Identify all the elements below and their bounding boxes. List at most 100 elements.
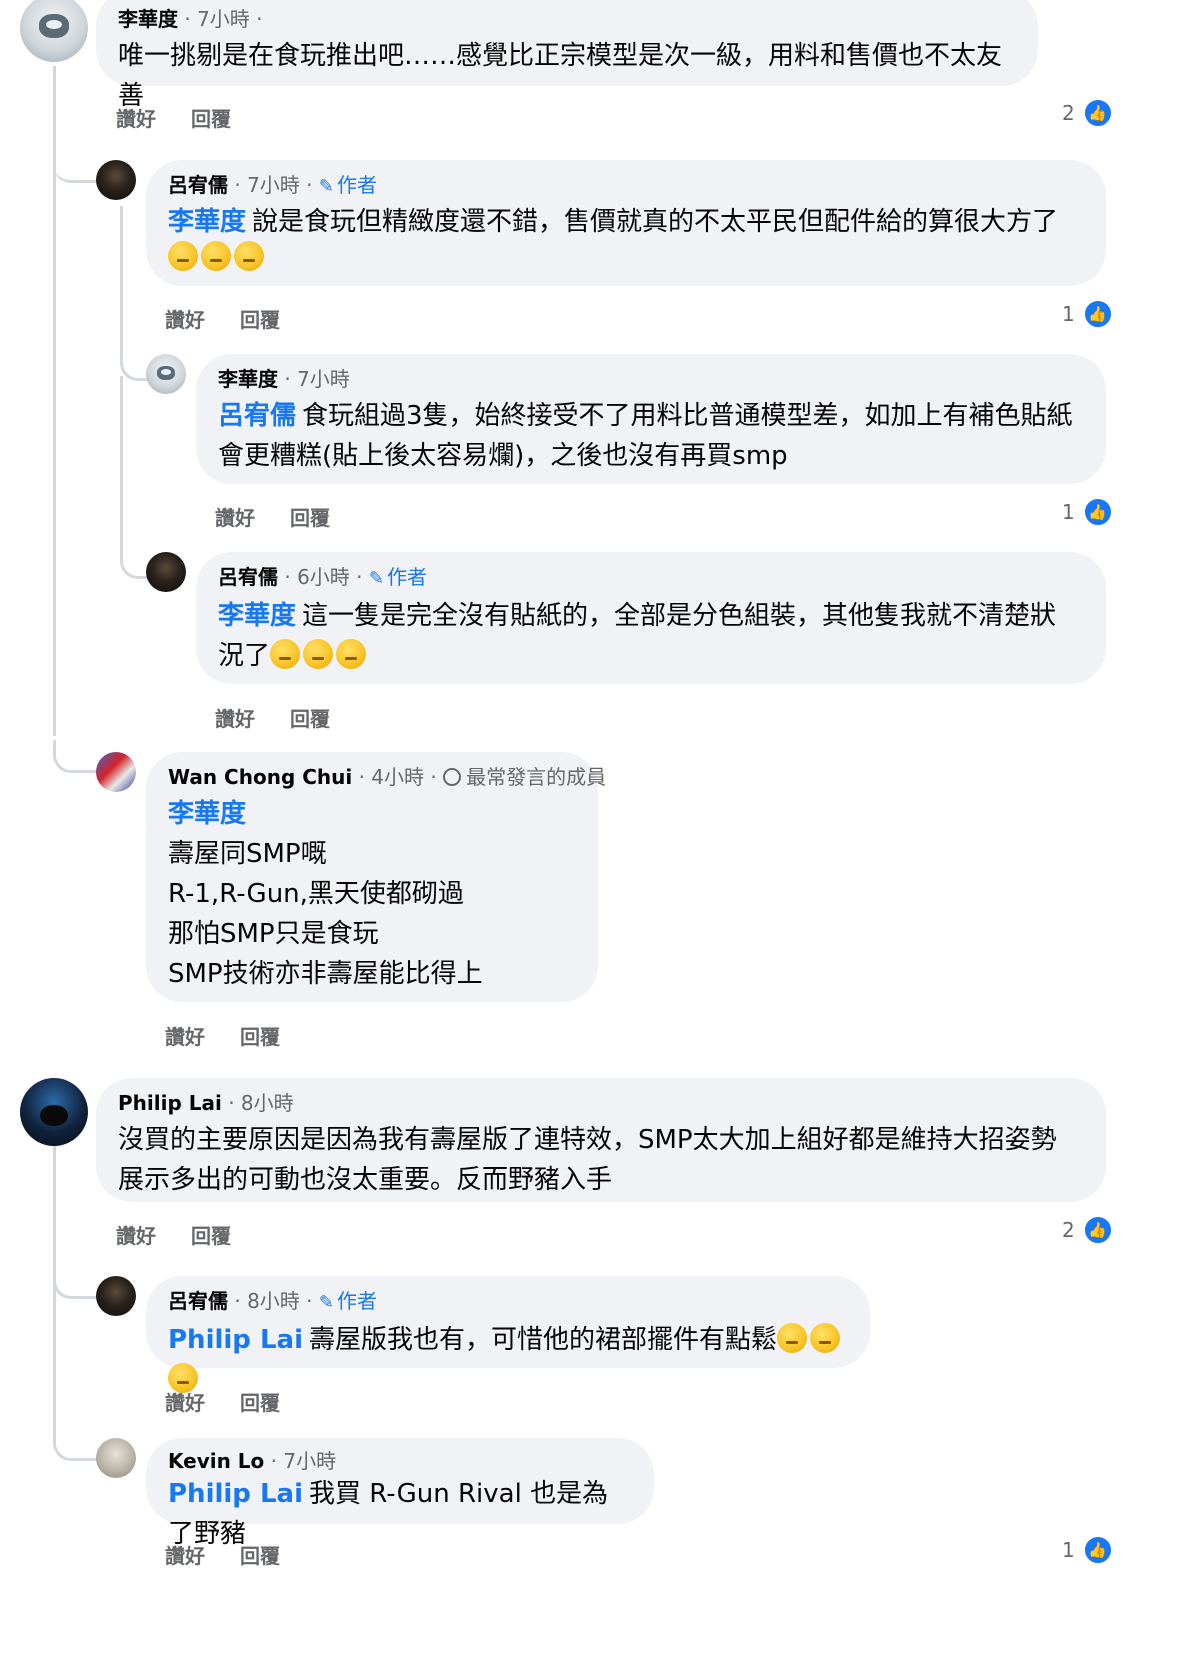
- like-count: 2: [1062, 1218, 1075, 1242]
- reply-actions: 讚好 回覆: [215, 502, 358, 531]
- thread-connector: [53, 150, 98, 183]
- reply-author[interactable]: 呂宥儒: [218, 565, 278, 589]
- reply-time[interactable]: · 7小時: [284, 367, 349, 391]
- thread-connector: [53, 1430, 101, 1461]
- mention-link[interactable]: Philip Lai: [168, 1325, 303, 1355]
- reply-button[interactable]: 回覆: [290, 707, 330, 731]
- author-badge: 作者: [336, 1289, 377, 1313]
- reply-button[interactable]: 回覆: [240, 1544, 280, 1568]
- mention-link[interactable]: 李華度: [168, 207, 246, 237]
- avatar[interactable]: [96, 1276, 136, 1316]
- comment-actions: 讚好 回覆: [116, 1220, 259, 1249]
- thinking-emoji-icon: [777, 1323, 808, 1353]
- reply-time[interactable]: · 6小時 ·: [284, 565, 362, 589]
- reply-button[interactable]: 回覆: [240, 1391, 280, 1415]
- reaction-count[interactable]: 1 👍: [1062, 1535, 1113, 1565]
- comment-actions: 讚好 回覆: [116, 103, 259, 132]
- thread-connector: [53, 740, 101, 773]
- thread-connector: [53, 1266, 101, 1299]
- top-contributor-badge: 最常發言的成員: [466, 765, 607, 789]
- reply-actions: 讚好 回覆: [165, 1540, 308, 1569]
- avatar[interactable]: [20, 0, 88, 62]
- avatar[interactable]: [146, 552, 186, 592]
- mention-link[interactable]: Philip Lai: [168, 1479, 303, 1509]
- thumbs-up-icon: 👍: [1082, 98, 1113, 128]
- avatar[interactable]: [96, 752, 136, 792]
- thinking-emoji-icon: [168, 241, 198, 271]
- reply-bubble: 李華度 · 7小時 呂宥儒 食玩組過3隻，始終接受不了用料比普通模型差，如加上有補…: [196, 354, 1106, 484]
- pencil-icon: ✎: [368, 568, 384, 589]
- thumbs-up-icon: 👍: [1082, 299, 1113, 329]
- reply-time[interactable]: · 7小時 ·: [234, 173, 312, 197]
- like-count: 1: [1062, 1538, 1075, 1562]
- thumbs-up-icon: 👍: [1082, 497, 1113, 527]
- like-button[interactable]: 讚好: [116, 107, 156, 131]
- comment-bubble: 李華度 · 7小時 · 唯一挑剔是在食玩推出吧……感覺比正宗模型是次一級，用料和…: [96, 0, 1038, 111]
- reply-button[interactable]: 回覆: [290, 506, 330, 530]
- thumbs-up-icon: 👍: [1082, 1535, 1113, 1565]
- reply-author[interactable]: 呂宥儒: [168, 173, 228, 197]
- like-button[interactable]: 讚好: [165, 1391, 205, 1415]
- reaction-count[interactable]: 1 👍: [1062, 299, 1113, 329]
- like-button[interactable]: 讚好: [116, 1224, 156, 1248]
- reply-time[interactable]: · 8小時 ·: [234, 1289, 312, 1313]
- reply-author[interactable]: 呂宥儒: [168, 1289, 228, 1313]
- reaction-count[interactable]: 2 👍: [1062, 98, 1113, 128]
- avatar[interactable]: [146, 354, 186, 394]
- comment-author[interactable]: 李華度: [118, 7, 178, 31]
- author-badge: 作者: [336, 173, 377, 197]
- reply-actions: 讚好 回覆: [165, 304, 308, 333]
- reply-author[interactable]: 李華度: [218, 367, 278, 391]
- reply-time[interactable]: · 4小時 ·: [359, 765, 437, 789]
- reply-bubble: Kevin Lo · 7小時 Philip Lai 我買 R-Gun Rival …: [146, 1438, 654, 1549]
- comment-time[interactable]: · 7小時 ·: [184, 7, 262, 31]
- reply-time[interactable]: · 7小時: [271, 1449, 336, 1473]
- reply-bubble: 呂宥儒 · 6小時 · ✎ 作者 李華度 這一隻是完全沒有貼紙的，全部是分色組裝，其…: [196, 552, 1106, 684]
- reply-bubble: Wan Chong Chui · 4小時 · 最常發言的成員 李華度 壽屋同SM…: [146, 752, 606, 1002]
- like-button[interactable]: 讚好: [165, 1025, 205, 1049]
- pencil-icon: ✎: [318, 176, 334, 197]
- reply-button[interactable]: 回覆: [191, 107, 231, 131]
- comment-author[interactable]: Philip Lai: [118, 1091, 222, 1115]
- thinking-emoji-icon: [303, 639, 334, 669]
- badge-icon: [443, 768, 462, 786]
- reply-button[interactable]: 回覆: [240, 308, 280, 332]
- reaction-count[interactable]: 1 👍: [1062, 497, 1113, 527]
- avatar[interactable]: [96, 160, 136, 200]
- reply-bubble: 呂宥儒 · 7小時 · ✎ 作者 李華度 說是食玩但精緻度還不錯，售價就真的不太平民…: [146, 160, 1106, 286]
- reply-text: 李華度 壽屋同SMP嘅 R-1,R-Gun,黑天使都砌過 那怕SMP只是食玩 S…: [168, 799, 483, 989]
- reply-author[interactable]: Kevin Lo: [168, 1449, 264, 1473]
- thinking-emoji-icon: [234, 241, 264, 271]
- reaction-count[interactable]: 2 👍: [1062, 1215, 1113, 1245]
- like-button[interactable]: 讚好: [165, 308, 205, 332]
- reply-text: 呂宥儒 食玩組過3隻，始終接受不了用料比普通模型差，如加上有補色貼紙 會更糟糕(貼…: [218, 401, 1073, 471]
- comment-time[interactable]: · 8小時: [228, 1091, 293, 1115]
- avatar[interactable]: [20, 1078, 88, 1146]
- like-count: 1: [1062, 302, 1075, 326]
- reply-actions: 讚好 回覆: [215, 703, 358, 732]
- reply-bubble: 呂宥儒 · 8小時 · ✎ 作者 Philip Lai 壽屋版我也有，可惜他的裙部擺…: [146, 1276, 870, 1393]
- like-button[interactable]: 讚好: [165, 1544, 205, 1568]
- mention-link[interactable]: 呂宥儒: [218, 401, 296, 431]
- like-button[interactable]: 讚好: [215, 707, 255, 731]
- subthread-line: [120, 206, 123, 364]
- author-badge: 作者: [386, 565, 427, 589]
- thinking-emoji-icon: [810, 1323, 841, 1353]
- thumbs-up-icon: 👍: [1082, 1215, 1113, 1245]
- reply-author[interactable]: Wan Chong Chui: [168, 765, 352, 789]
- reply-button[interactable]: 回覆: [240, 1025, 280, 1049]
- thinking-emoji-icon: [270, 639, 301, 669]
- like-count: 2: [1062, 101, 1075, 125]
- avatar[interactable]: [96, 1438, 136, 1478]
- thread-line: [53, 1144, 56, 1440]
- reply-actions: 讚好 回覆: [165, 1021, 308, 1050]
- comment-text: 沒買的主要原因是因為我有壽屋版了連特效，SMP太大加上組好都是維持大招姿勢 展示…: [118, 1125, 1057, 1195]
- thinking-emoji-icon: [201, 241, 231, 271]
- reply-button[interactable]: 回覆: [191, 1224, 231, 1248]
- mention-link[interactable]: 李華度: [168, 799, 246, 829]
- reply-actions: 讚好 回覆: [165, 1387, 308, 1416]
- like-button[interactable]: 讚好: [215, 506, 255, 530]
- pencil-icon: ✎: [318, 1292, 334, 1313]
- thread-connector: [120, 376, 148, 579]
- mention-link[interactable]: 李華度: [218, 601, 296, 631]
